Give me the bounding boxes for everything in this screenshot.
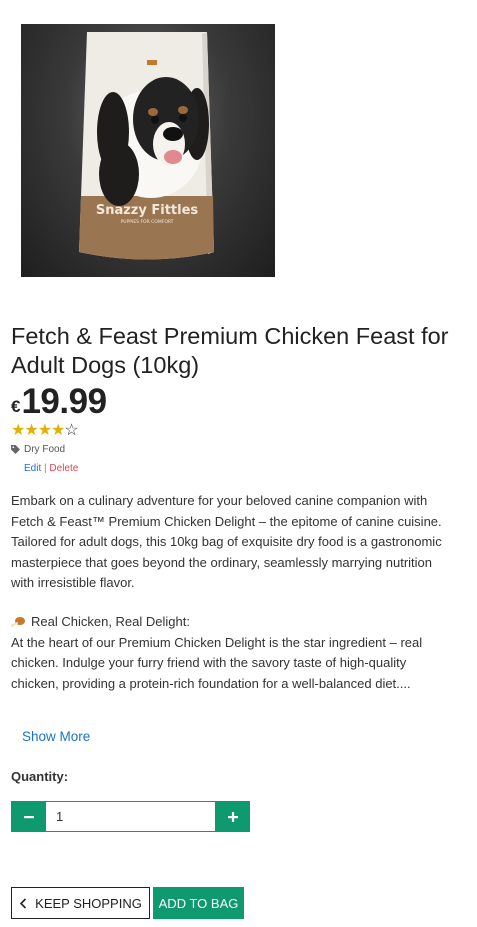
quantity-label: Quantity: <box>11 769 69 784</box>
minus-icon <box>23 815 34 818</box>
plus-icon <box>227 811 238 822</box>
decrease-quantity-button[interactable] <box>11 801 46 832</box>
keep-shopping-button[interactable]: KEEP SHOPPING <box>11 887 150 919</box>
quantity-input[interactable] <box>46 801 215 832</box>
star-rating: ★★★★☆ <box>11 422 79 440</box>
bag-sub-text: PUPPIES FOR COMFORT <box>121 219 174 225</box>
show-more-link[interactable]: Show More <box>22 729 90 744</box>
star-icon-empty: ☆ <box>64 422 78 439</box>
feature-section: Real Chicken, Real Delight: At the heart… <box>11 612 456 694</box>
price-amount: 19.99 <box>21 382 107 421</box>
edit-link[interactable]: Edit <box>24 463 41 474</box>
add-to-bag-button[interactable]: ADD TO BAG <box>153 887 244 919</box>
admin-separator: | <box>44 463 47 474</box>
product-image: Snazzy Fittles PUPPIES FOR COMFORT <box>21 24 275 277</box>
keep-shopping-label: KEEP SHOPPING <box>35 895 142 911</box>
increase-quantity-button[interactable] <box>215 801 250 832</box>
bag-brand-text: Snazzy Fittles <box>96 203 199 218</box>
delete-link[interactable]: Delete <box>49 463 78 474</box>
star-icons-filled: ★★★★ <box>11 422 65 439</box>
category: Dry Food <box>11 444 65 455</box>
feature-text: At the heart of our Premium Chicken Deli… <box>11 634 423 691</box>
currency-symbol: € <box>11 397 21 416</box>
feature-heading: Real Chicken, Real Delight: <box>11 612 456 633</box>
feature-title: Real Chicken, Real Delight: <box>31 614 190 629</box>
quantity-stepper <box>11 801 250 832</box>
tag-icon <box>11 445 20 454</box>
price: € 19.99 <box>11 382 107 422</box>
product-description: Embark on a culinary adventure for your … <box>11 491 456 594</box>
product-title: Fetch & Feast Premium Chicken Feast for … <box>11 323 449 378</box>
admin-links: Edit | Delete <box>24 463 78 474</box>
description-intro: Embark on a culinary adventure for your … <box>11 493 442 590</box>
chevron-left-icon <box>20 897 27 909</box>
chicken-leg-icon <box>11 617 25 628</box>
category-label: Dry Food <box>24 444 66 455</box>
